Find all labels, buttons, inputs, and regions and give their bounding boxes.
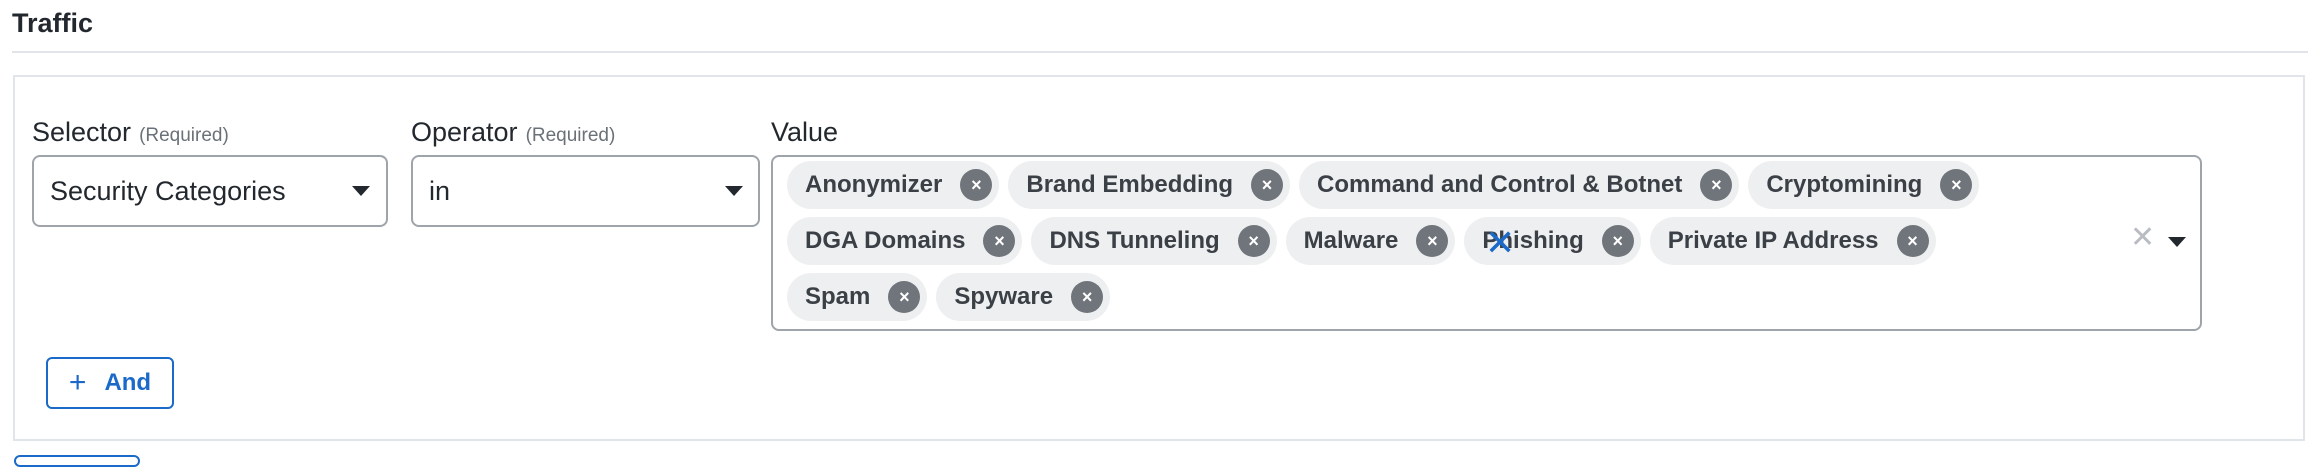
tag-remove-icon[interactable]: ×: [1601, 225, 1634, 257]
value-label: Value: [771, 117, 839, 147]
value-tag-label: Malware: [1303, 227, 1399, 254]
selector-dropdown[interactable]: Security Categories: [32, 155, 388, 227]
section-title: Traffic: [12, 8, 94, 38]
tag-list: Anonymizer × Brand Embedding × Command and C…: [787, 161, 2037, 321]
tag-remove-icon[interactable]: ×: [1940, 169, 1973, 201]
and-button-label: And: [104, 369, 152, 396]
tag-remove-icon[interactable]: ×: [960, 169, 993, 201]
operator-required-note: (Required): [525, 125, 616, 146]
tag-remove-icon[interactable]: ×: [1416, 225, 1449, 257]
selector-label-text: Selector: [32, 117, 132, 147]
value-tag-label: DNS Tunneling: [1049, 227, 1220, 254]
value-tag-label: Command and Control & Botnet: [1317, 171, 1683, 198]
value-tag: Malware ×: [1285, 217, 1456, 265]
add-and-condition-button[interactable]: + And: [46, 357, 174, 409]
tag-remove-icon[interactable]: ×: [1700, 169, 1733, 201]
operator-label-text: Operator: [411, 117, 518, 147]
tag-remove-icon[interactable]: ×: [1251, 169, 1284, 201]
value-tag-label: Brand Embedding: [1026, 171, 1234, 198]
value-tag-label: Spam: [805, 283, 871, 310]
plus-icon: +: [68, 366, 87, 399]
title-divider: [12, 51, 2308, 53]
tag-remove-icon[interactable]: ×: [983, 225, 1016, 257]
value-tag: Private IP Address ×: [1649, 217, 1936, 265]
value-tag: Spam ×: [787, 273, 928, 321]
chevron-down-icon[interactable]: [2168, 237, 2186, 247]
selector-required-note: (Required): [139, 125, 229, 146]
value-tag: DGA Domains ×: [787, 217, 1023, 265]
tag-remove-icon[interactable]: ×: [1896, 225, 1929, 257]
value-tag: Cryptomining ×: [1748, 161, 1980, 209]
operator-label: Operator (Required): [411, 117, 615, 148]
value-tag-label: Anonymizer: [805, 171, 943, 198]
chevron-down-icon[interactable]: [352, 186, 370, 196]
value-tag: DNS Tunneling ×: [1031, 217, 1277, 265]
value-tag-label: Spyware: [954, 283, 1054, 310]
clear-all-icon[interactable]: ✕: [2130, 223, 2155, 253]
value-tag: Spyware ×: [936, 273, 1111, 321]
selector-label: Selector (Required): [32, 117, 229, 148]
next-button[interactable]: [14, 455, 140, 467]
value-tag: Anonymizer ×: [787, 161, 1000, 209]
value-tag-label: Cryptomining: [1766, 171, 1923, 198]
value-tag: Brand Embedding ×: [1008, 161, 1291, 209]
tag-remove-icon[interactable]: ×: [1237, 225, 1270, 257]
value-tag-label: Private IP Address: [1667, 227, 1879, 254]
tag-remove-icon[interactable]: ×: [888, 281, 921, 313]
value-tag: Command and Control & Botnet ×: [1299, 161, 1740, 209]
tag-remove-icon[interactable]: ×: [1071, 281, 1104, 313]
selector-value: Security Categories: [50, 176, 286, 206]
operator-dropdown[interactable]: in: [411, 155, 760, 227]
condition-panel: Selector (Required) Security Categories O…: [13, 75, 2305, 441]
remove-condition-icon[interactable]: ✕: [1485, 225, 1515, 261]
value-tag-label: DGA Domains: [805, 227, 966, 254]
operator-value: in: [429, 176, 451, 206]
chevron-down-icon[interactable]: [725, 186, 743, 196]
